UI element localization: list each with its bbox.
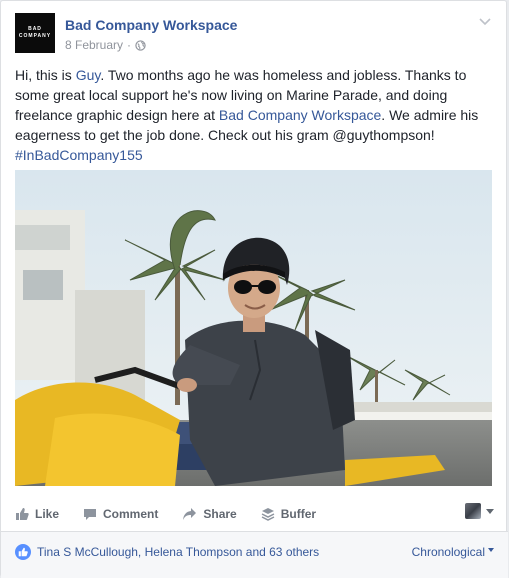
comment-label: Comment [103,507,159,521]
audience-picker[interactable] [465,503,494,519]
like-button[interactable]: Like [15,507,59,521]
reactions-row: Tina S McCullough, Helena Thompson and 6… [15,542,494,562]
buffer-label: Buffer [280,507,317,521]
post-actions: Like Comment Share Buffer [15,499,494,529]
share-arrow-icon [183,508,197,520]
post-meta: 8 February · [65,38,146,52]
post-text: Hi, this is Guy. Two months ago he was h… [15,65,495,165]
caret-down-icon [486,508,494,514]
likers-link[interactable]: Tina S McCullough, Helena Thompson and 6… [37,545,319,559]
user-avatar [465,503,481,519]
chevron-down-icon[interactable] [478,17,492,27]
page-avatar[interactable]: BAD COMPANY [15,13,55,53]
avatar-text-line2: COMPANY [18,33,52,39]
photo-illustration [15,170,492,486]
post-photo[interactable] [15,170,492,486]
thumbs-up-icon [16,508,29,520]
post-date[interactable]: 8 February [65,38,123,52]
buffer-button[interactable]: Buffer [261,507,316,521]
page-name-link[interactable]: Bad Company Workspace [65,17,237,33]
meta-separator: · [127,38,132,52]
post-text-part1: Hi, this is [15,67,76,83]
avatar-text-line1: BAD [28,26,42,32]
comment-sort-dropdown[interactable]: Chronological [412,545,494,559]
thumbs-up-small-icon [18,547,28,557]
comment-icon [84,509,97,520]
share-label: Share [203,507,237,521]
like-reaction-icon[interactable] [15,544,31,560]
tag-workspace-link[interactable]: Bad Company Workspace [219,107,381,123]
like-label: Like [35,507,60,521]
buffer-icon [261,508,275,521]
reactions-bar: Tina S McCullough, Helena Thompson and 6… [1,531,508,578]
post-card: BAD COMPANY Bad Company Workspace 8 Febr… [0,0,508,578]
post-header: BAD COMPANY Bad Company Workspace 8 Febr… [15,13,492,57]
globe-icon[interactable] [135,39,146,51]
sort-label: Chronological [411,545,485,559]
comment-button[interactable]: Comment [83,507,158,521]
hashtag-link[interactable]: #InBadCompany155 [15,147,143,163]
sort-caret-icon [488,548,494,552]
tag-guy-link[interactable]: Guy [76,67,101,83]
share-button[interactable]: Share [182,507,237,521]
